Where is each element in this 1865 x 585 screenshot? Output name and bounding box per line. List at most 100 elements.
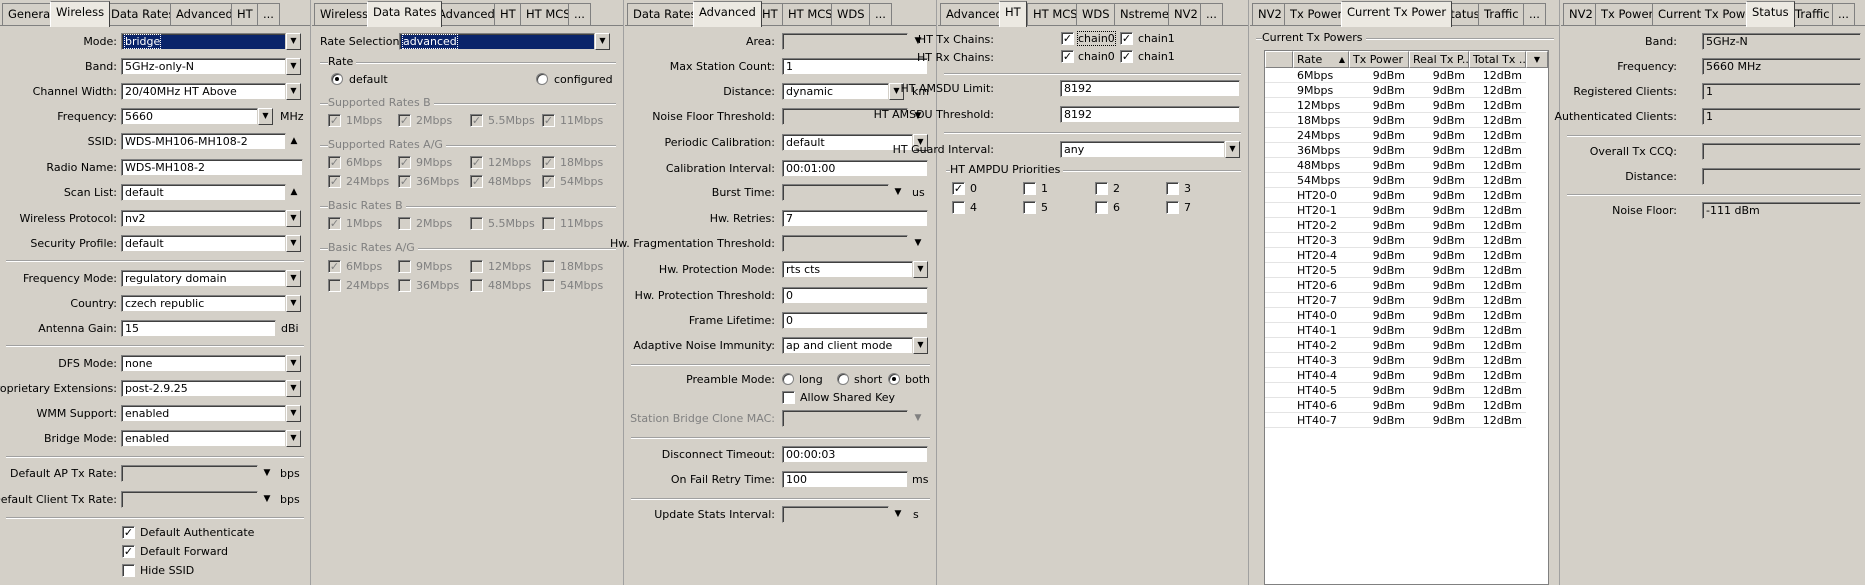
hw-protection-mode-dropdown-icon[interactable]: ▼ [913, 261, 928, 278]
table-cell-total-tx-power[interactable]: 12dBm [1469, 398, 1522, 413]
table-cell-real-tx-power[interactable]: 9dBm [1409, 293, 1465, 308]
hide-ssid-checkbox[interactable] [122, 564, 135, 577]
dfs-mode-select[interactable]: none [121, 355, 286, 372]
preamble-long-radio[interactable] [782, 373, 794, 385]
bridge-mode-select[interactable]: enabled [121, 430, 286, 447]
ht-guard-interval-select[interactable]: any [1060, 141, 1225, 158]
frequency-dropdown-icon[interactable]: ▼ [258, 108, 273, 125]
table-cell-tx-power[interactable]: 9dBm [1349, 263, 1405, 278]
table-cell-tx-power[interactable]: 9dBm [1349, 188, 1405, 203]
max-station-count-input[interactable]: 1 [782, 58, 928, 75]
preamble-short-radio[interactable] [837, 373, 849, 385]
table-cell-rate[interactable]: HT40-4 [1297, 368, 1347, 383]
table-cell-tx-power[interactable]: 9dBm [1349, 383, 1405, 398]
table-cell-total-tx-power[interactable]: 12dBm [1469, 248, 1522, 263]
hw-fragmentation-threshold-select[interactable] [782, 235, 908, 252]
channel-width-dropdown-icon[interactable]: ▼ [286, 83, 301, 100]
table-cell-total-tx-power[interactable]: 12dBm [1469, 128, 1522, 143]
table-cell-real-tx-power[interactable]: 9dBm [1409, 113, 1465, 128]
table-cell-rate[interactable]: HT20-5 [1297, 263, 1347, 278]
security-profile-dropdown-icon[interactable]: ▼ [286, 235, 301, 252]
column-header-total-tx-power[interactable]: Total Tx ... [1469, 51, 1526, 68]
table-cell-tx-power[interactable]: 9dBm [1349, 413, 1405, 428]
default-forward-checkbox[interactable]: ✓ [122, 545, 135, 558]
rx-chain1-checkbox[interactable]: ✓ [1120, 50, 1133, 63]
ssid-collapse-icon[interactable]: ▲ [287, 133, 301, 150]
tab-advanced[interactable]: Advanced [693, 1, 762, 27]
table-cell-rate[interactable]: 6Mbps [1297, 68, 1347, 83]
tab-traffic[interactable]: Traffic [1478, 3, 1525, 25]
tab-nv2[interactable]: NV2 [1563, 3, 1599, 25]
table-cell-tx-power[interactable]: 9dBm [1349, 158, 1405, 173]
ampdu-prio-1-checkbox[interactable] [1023, 182, 1036, 195]
country-dropdown-icon[interactable]: ▼ [286, 295, 301, 312]
ampdu-prio-3-checkbox[interactable] [1166, 182, 1179, 195]
table-cell-real-tx-power[interactable]: 9dBm [1409, 83, 1465, 98]
adaptive-noise-immunity-select[interactable]: ap and client mode [782, 337, 913, 354]
station-bridge-clone-mac-dropdown-icon[interactable]: ▼ [911, 410, 925, 427]
table-cell-total-tx-power[interactable]: 12dBm [1469, 173, 1522, 188]
table-cell-tx-power[interactable]: 9dBm [1349, 323, 1405, 338]
table-cell-tx-power[interactable]: 9dBm [1349, 218, 1405, 233]
tab-traffic[interactable]: Traffic [1789, 3, 1836, 25]
tab-more[interactable]: ... [1200, 3, 1223, 25]
supported-ag-18mbps-checkbox[interactable]: ✓ [542, 156, 555, 169]
table-cell-total-tx-power[interactable]: 12dBm [1469, 188, 1522, 203]
default-ap-tx-rate-select[interactable] [121, 465, 258, 482]
tab-data-rates[interactable]: Data Rates [367, 1, 443, 27]
burst-time-select[interactable] [782, 184, 889, 201]
table-cell-real-tx-power[interactable]: 9dBm [1409, 128, 1465, 143]
table-cell-total-tx-power[interactable]: 12dBm [1469, 383, 1522, 398]
tab-tx-power[interactable]: Tx Power [1284, 3, 1349, 25]
column-header-rate[interactable]: Rate ▲ [1293, 51, 1349, 68]
table-cell-rate[interactable]: 36Mbps [1297, 143, 1347, 158]
tab-wds[interactable]: WDS [1076, 3, 1116, 25]
frame-lifetime-input[interactable]: 0 [782, 312, 928, 329]
basic-b-2mbps-checkbox[interactable] [398, 217, 411, 230]
table-cell-rate[interactable]: HT40-3 [1297, 353, 1347, 368]
table-cell-real-tx-power[interactable]: 9dBm [1409, 278, 1465, 293]
ampdu-prio-7-checkbox[interactable] [1166, 201, 1179, 214]
wmm-support-select[interactable]: enabled [121, 405, 286, 422]
hw-protection-mode-select[interactable]: rts cts [782, 261, 913, 278]
tab-ht[interactable]: HT [231, 3, 259, 25]
table-cell-real-tx-power[interactable]: 9dBm [1409, 353, 1465, 368]
table-cell-total-tx-power[interactable]: 12dBm [1469, 68, 1522, 83]
tab-status[interactable]: Status [1746, 1, 1795, 27]
tx-chain1-checkbox[interactable]: ✓ [1120, 32, 1133, 45]
tab-ht[interactable]: HT [999, 1, 1027, 27]
table-cell-rate[interactable]: HT20-1 [1297, 203, 1347, 218]
dfs-mode-dropdown-icon[interactable]: ▼ [286, 355, 301, 372]
update-stats-interval-dropdown-icon[interactable]: ▼ [891, 506, 905, 523]
table-cell-real-tx-power[interactable]: 9dBm [1409, 203, 1465, 218]
tab-more[interactable]: ... [869, 3, 892, 25]
basic-ag-6mbps-checkbox[interactable]: ✓ [328, 260, 341, 273]
band-select[interactable]: 5GHz-only-N [121, 58, 286, 75]
table-cell-total-tx-power[interactable]: 12dBm [1469, 293, 1522, 308]
table-cell-total-tx-power[interactable]: 12dBm [1469, 218, 1522, 233]
table-cell-real-tx-power[interactable]: 9dBm [1409, 368, 1465, 383]
table-cell-rate[interactable]: 24Mbps [1297, 128, 1347, 143]
basic-ag-36mbps-checkbox[interactable] [398, 279, 411, 292]
tab-current-tx-power[interactable]: Current Tx Power [1341, 1, 1453, 27]
bridge-mode-dropdown-icon[interactable]: ▼ [286, 430, 301, 447]
supported-ag-6mbps-checkbox[interactable]: ✓ [328, 156, 341, 169]
distance-select[interactable]: dynamic [782, 83, 889, 100]
table-cell-real-tx-power[interactable]: 9dBm [1409, 338, 1465, 353]
supported-b-5-5mbps-checkbox[interactable]: ✓ [470, 114, 483, 127]
proprietary-extensions-dropdown-icon[interactable]: ▼ [286, 380, 301, 397]
table-cell-total-tx-power[interactable]: 12dBm [1469, 113, 1522, 128]
supported-b-1mbps-checkbox[interactable]: ✓ [328, 114, 341, 127]
table-cell-real-tx-power[interactable]: 9dBm [1409, 413, 1465, 428]
table-cell-rate[interactable]: HT40-5 [1297, 383, 1347, 398]
tab-wireless[interactable]: Wireless [314, 3, 375, 25]
table-cell-tx-power[interactable]: 9dBm [1349, 308, 1405, 323]
table-cell-rate[interactable]: HT20-0 [1297, 188, 1347, 203]
column-chooser-dropdown-icon[interactable]: ▼ [1526, 51, 1548, 68]
area-select[interactable] [782, 33, 908, 50]
calibration-interval-input[interactable]: 00:01:00 [782, 160, 928, 177]
table-cell-tx-power[interactable]: 9dBm [1349, 173, 1405, 188]
tab-nv2[interactable]: NV2 [1168, 3, 1204, 25]
table-cell-real-tx-power[interactable]: 9dBm [1409, 248, 1465, 263]
ampdu-prio-4-checkbox[interactable] [952, 201, 965, 214]
